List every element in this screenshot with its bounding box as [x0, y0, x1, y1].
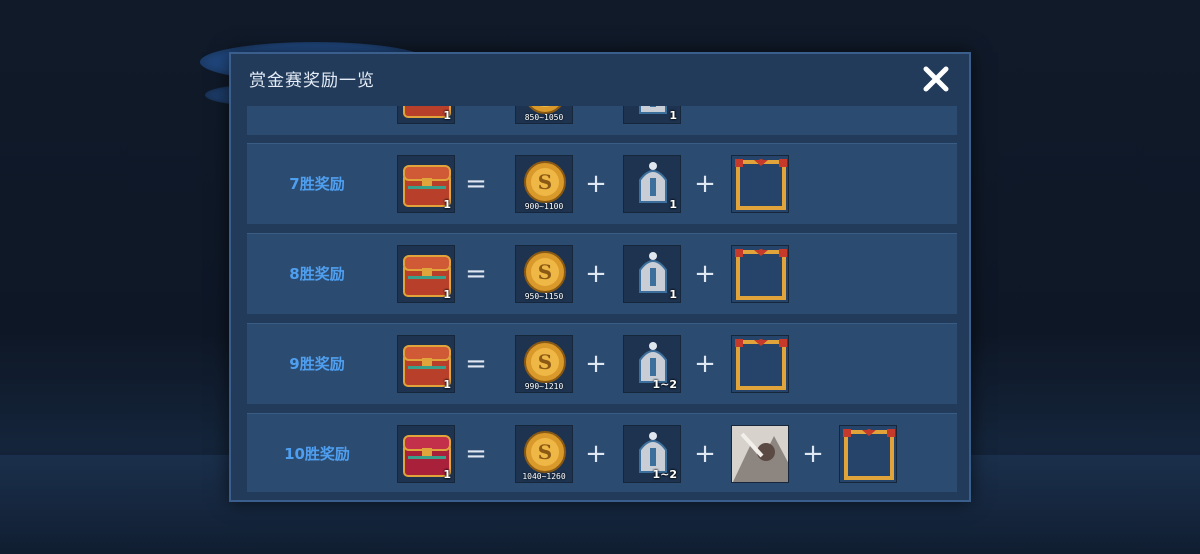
chest-quantity: 1 — [443, 378, 451, 391]
reward-dialog: 赏金赛奖励一览 1 S — [229, 52, 971, 502]
treasure-chest-item[interactable]: 1 — [397, 335, 455, 393]
reward-row-label: 10胜奖励 — [284, 445, 350, 463]
plus-sign: + — [802, 439, 824, 469]
avatar-frame-item[interactable] — [731, 155, 789, 213]
reward-row-partial: 1 S 850~1050 1 — [247, 106, 957, 135]
plus-sign: + — [694, 439, 716, 469]
treasure-chest-item[interactable]: 1 — [397, 425, 455, 483]
helmet-item[interactable]: 1~2 — [623, 425, 681, 483]
equals-sign: = — [465, 169, 487, 199]
svg-text:S: S — [538, 170, 552, 194]
svg-text:S: S — [538, 260, 552, 284]
helmet-item[interactable]: 1 — [623, 245, 681, 303]
avatar-frame-icon — [732, 246, 788, 302]
avatar-frame-item[interactable] — [731, 335, 789, 393]
helmet-quantity: 1~2 — [652, 468, 677, 481]
coin-range: 900~1100 — [524, 202, 564, 211]
reward-row: 8胜奖励 1 = S 950~1150 + 1 + — [247, 233, 957, 314]
gold-coin-item[interactable]: S 1040~1260 — [515, 425, 573, 483]
avatar-frame-item[interactable] — [731, 245, 789, 303]
reward-row: 9胜奖励 1 = S 990~1210 + 1~2 + — [247, 323, 957, 404]
helmet-item[interactable]: 1~2 — [623, 335, 681, 393]
treasure-chest-item[interactable]: 1 — [397, 106, 455, 124]
reward-row: 7胜奖励 1 = S 900~1100 + 1 + — [247, 143, 957, 224]
chest-quantity: 1 — [443, 198, 451, 211]
equals-sign: = — [465, 259, 487, 289]
avatar-frame-icon — [840, 426, 896, 482]
svg-text:S: S — [538, 440, 552, 464]
reward-row: 10胜奖励 1 = S 1040~1260 + 1~2 + + — [247, 413, 957, 492]
gold-coin-item[interactable]: S 850~1050 — [515, 106, 573, 124]
gold-coin-item[interactable]: S 900~1100 — [515, 155, 573, 213]
reward-list[interactable]: 1 S 850~1050 1 7胜奖励 — [247, 106, 957, 492]
avatar-frame-item[interactable] — [839, 425, 897, 483]
close-icon — [923, 66, 949, 92]
equals-sign: = — [465, 439, 487, 469]
hero-skin-icon — [732, 426, 788, 482]
helmet-item[interactable]: 1 — [623, 106, 681, 124]
coin-range: 950~1150 — [524, 292, 564, 301]
helmet-quantity: 1 — [669, 288, 677, 301]
svg-text:S: S — [538, 350, 552, 374]
gold-coin-item[interactable]: S 950~1150 — [515, 245, 573, 303]
chest-quantity: 1 — [443, 109, 451, 122]
plus-sign: + — [585, 169, 607, 199]
reward-row-label: 7胜奖励 — [289, 175, 345, 193]
avatar-frame-icon — [732, 336, 788, 392]
coin-range: 990~1210 — [524, 382, 564, 391]
plus-sign: + — [694, 259, 716, 289]
plus-sign: + — [585, 439, 607, 469]
coin-range: 850~1050 — [524, 113, 564, 122]
gold-coin-item[interactable]: S 990~1210 — [515, 335, 573, 393]
helmet-item[interactable]: 1 — [623, 155, 681, 213]
reward-row-label: 8胜奖励 — [289, 265, 345, 283]
reward-row-label: 9胜奖励 — [289, 355, 345, 373]
avatar-frame-icon — [732, 156, 788, 212]
helmet-quantity: 1 — [669, 198, 677, 211]
treasure-chest-item[interactable]: 1 — [397, 155, 455, 213]
helmet-quantity: 1~2 — [652, 378, 677, 391]
plus-sign: + — [585, 259, 607, 289]
hero-skin-item[interactable] — [731, 425, 789, 483]
plus-sign: + — [694, 169, 716, 199]
plus-sign: + — [585, 349, 607, 379]
helmet-quantity: 1 — [669, 109, 677, 122]
chest-quantity: 1 — [443, 288, 451, 301]
treasure-chest-item[interactable]: 1 — [397, 245, 455, 303]
dialog-title-bar: 赏金赛奖励一览 — [231, 54, 969, 106]
equals-sign: = — [465, 349, 487, 379]
close-button[interactable] — [917, 60, 955, 98]
dialog-title: 赏金赛奖励一览 — [249, 71, 375, 91]
coin-range: 1040~1260 — [522, 472, 566, 481]
chest-quantity: 1 — [443, 468, 451, 481]
plus-sign: + — [694, 349, 716, 379]
